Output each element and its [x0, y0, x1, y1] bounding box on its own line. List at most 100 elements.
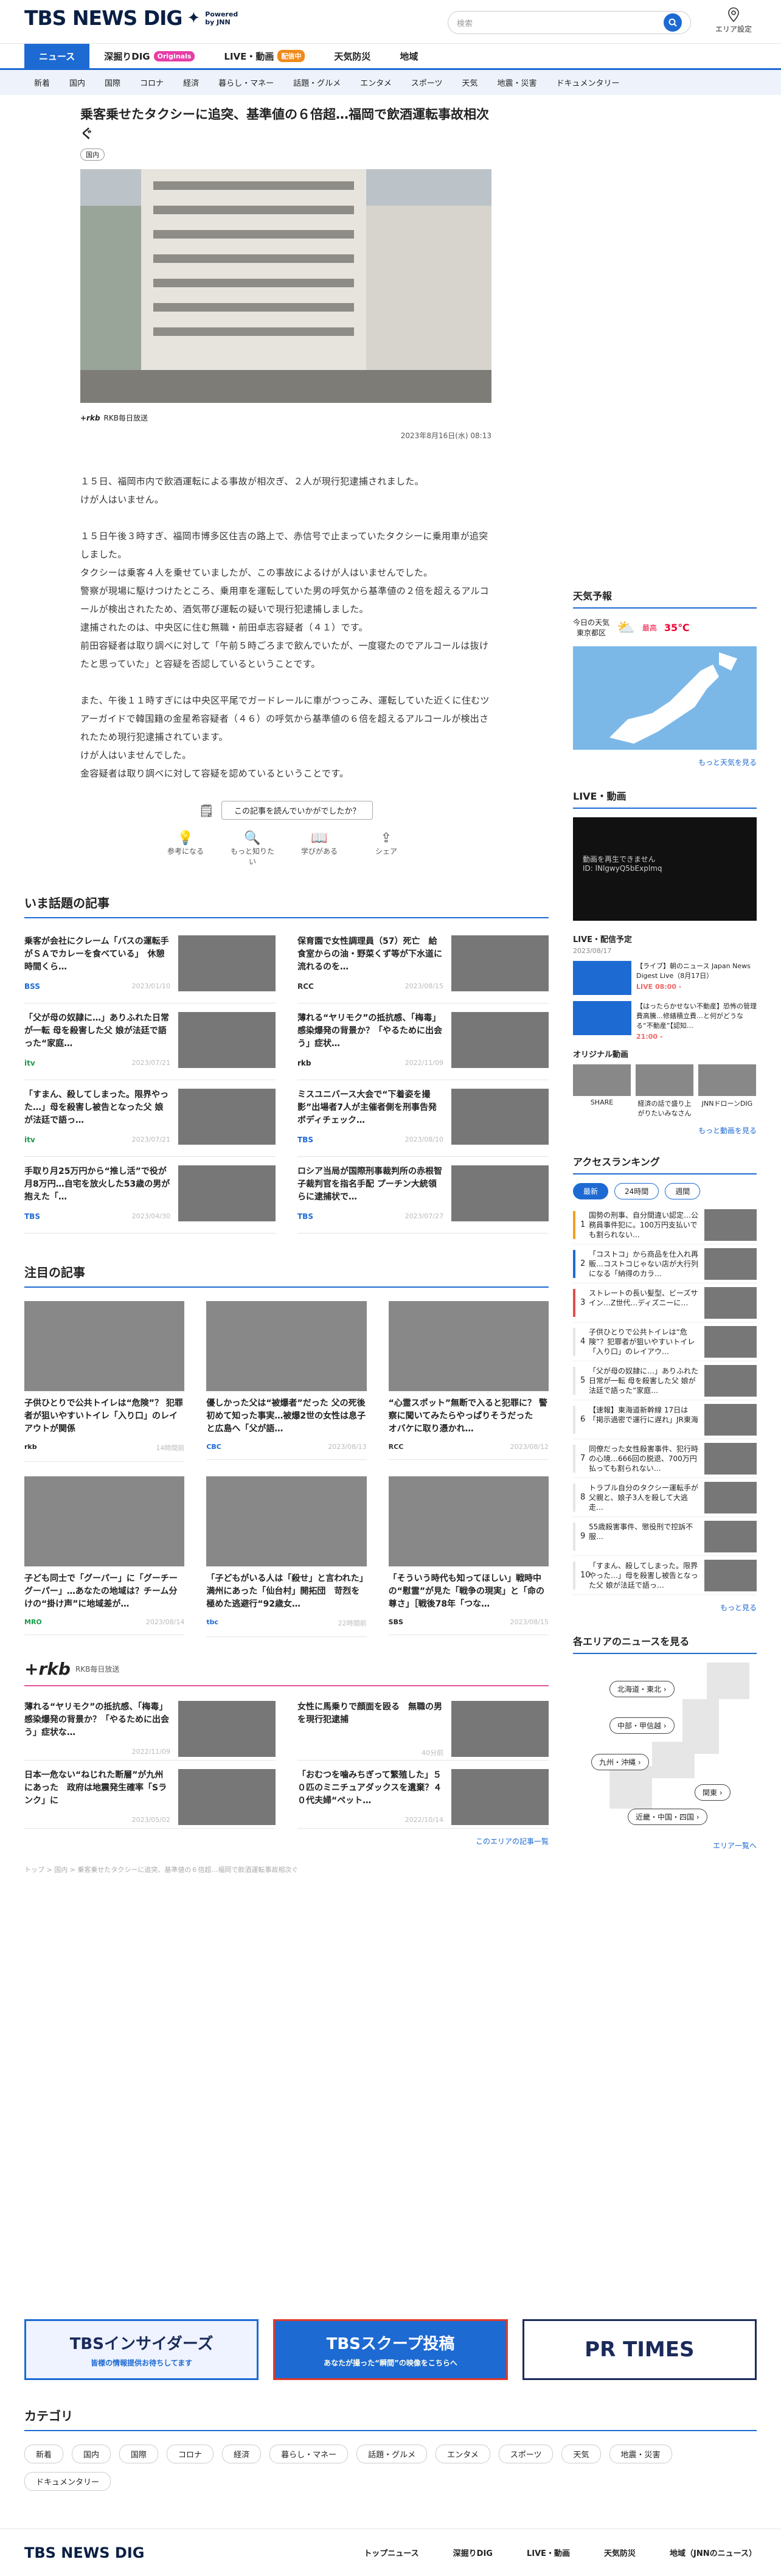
card-title[interactable]: 「そういう時代も知ってほしい」戦時中の“慰霊”が見た「戦争の現実」と「命の尊さ」…: [389, 1572, 549, 1611]
weather-map[interactable]: [573, 646, 757, 750]
footer-nav-link[interactable]: 天気防災: [604, 2547, 636, 2558]
card-title[interactable]: 子供ひとりで公共トイレは“危険”？ 犯罪者が狙いやすいトイレ「入り口」のレイアウ…: [24, 1397, 184, 1436]
ranking-item[interactable]: 4 子供ひとりで公共トイレは“危険”？犯罪者が狙いやすいトイレ「入り口」のレイアウ…: [573, 1322, 757, 1361]
area-setting[interactable]: エリア設定: [715, 7, 752, 34]
site-logo[interactable]: TBS NEWS DIG ✦ Powered by JNN: [24, 6, 238, 30]
category-link[interactable]: 地震・災害: [488, 77, 547, 88]
promo-banner[interactable]: PR TIMES: [522, 2319, 757, 2380]
footer-category-link[interactable]: 天気: [561, 2445, 601, 2463]
category-link[interactable]: スポーツ: [401, 77, 453, 88]
category-link[interactable]: 経済: [173, 77, 209, 88]
featured-card[interactable]: 優しかった父は“被爆者”だった 父の死後 初めて知った事実…被爆2世の女性は息子…: [206, 1301, 367, 1462]
video-player[interactable]: 動画を再生できません ID: lNlgwyQ5bExplmq: [573, 817, 757, 921]
footer-logo[interactable]: TBS NEWS DIG: [24, 2544, 144, 2561]
area-button[interactable]: 近畿・中国・四国 ›: [628, 1809, 707, 1825]
category-link[interactable]: 新着: [24, 77, 60, 88]
ranking-item[interactable]: 6 【速報】東海道新幹線 17日は「掲示過密で運行に遅れ」JR東海: [573, 1400, 757, 1439]
footer-category-link[interactable]: 暮らし・マネー: [269, 2445, 349, 2463]
category-link[interactable]: 暮らし・マネー: [209, 77, 283, 88]
item-title[interactable]: 手取り月25万円から“推し活”で役が月8万円…自宅を放火した53歳の男が抱えた「…: [24, 1165, 170, 1204]
tab-2[interactable]: LIVE・動画 配信中: [209, 44, 319, 68]
area-button[interactable]: 関東 ›: [695, 1784, 731, 1801]
item-title[interactable]: ミスユニバース大会で“下着姿を撮影”出場者7人が主催者側を刑事告発 ボディチェッ…: [297, 1089, 443, 1127]
ranking-tab[interactable]: 24時間: [614, 1183, 659, 1199]
ranking-item[interactable]: 7 同僚だった女性殺害事件、犯行時の心境…666回の脱退、700万円払っても割られ…: [573, 1439, 757, 1478]
rkb-item[interactable]: 女性に馬乗りで顔面を殴る 無職の男を現行犯逮捕 40分前: [297, 1692, 549, 1761]
category-link[interactable]: コロナ: [130, 77, 173, 88]
original-item[interactable]: 経済の話で盛り上がりたいみなさん: [636, 1064, 693, 1118]
footer-category-link[interactable]: 話題・グルメ: [356, 2445, 428, 2463]
category-link[interactable]: エンタメ: [350, 77, 401, 88]
search-box[interactable]: 検索: [448, 11, 691, 34]
category-link[interactable]: 国内: [60, 77, 95, 88]
trending-item[interactable]: 乗客が会社にクレーム「バスの運転手がＳＡでカレーを食べている」 休憩時間くら… B…: [24, 927, 276, 1004]
item-title[interactable]: 「父が母の奴隷に…」ありふれた日常が一転 母を殺害した父 娘が法廷で語った“家庭…: [24, 1012, 170, 1050]
trending-item[interactable]: 「父が母の奴隷に…」ありふれた日常が一転 母を殺害した父 娘が法廷で語った“家庭…: [24, 1004, 276, 1080]
ranking-item[interactable]: 8 トラブル自分のタクシー運転手が父親と、娘子3人を殺して大逃走…: [573, 1478, 757, 1517]
tab-3[interactable]: 天気防災: [319, 44, 385, 68]
feedback-button[interactable]: この記事を読んでいかがでしたか？: [221, 801, 373, 820]
schedule-item[interactable]: 【ライブ】朝のニュース Japan News Digest Live（8月17日…: [573, 961, 757, 995]
card-title[interactable]: 優しかった父は“被爆者”だった 父の死後 初めて知った事実…被爆2世の女性は息子…: [206, 1397, 366, 1436]
footer-category-link[interactable]: エンタメ: [436, 2445, 490, 2463]
footer-nav-link[interactable]: 地域（JNNのニュース）: [670, 2547, 757, 2558]
reaction-button[interactable]: ⇪ シェア: [362, 831, 411, 867]
trending-item[interactable]: ミスユニバース大会で“下着姿を撮影”出場者7人が主催者側を刑事告発 ボディチェッ…: [297, 1080, 549, 1157]
areas-more-link[interactable]: エリア一覧へ: [573, 1840, 757, 1851]
footer-category-link[interactable]: コロナ: [167, 2445, 214, 2463]
category-link[interactable]: 話題・グルメ: [283, 77, 350, 88]
original-item[interactable]: JNNドローンDIG: [698, 1064, 756, 1118]
item-title[interactable]: 薄れる“ヤリモク”の抵抗感、「梅毒」感染爆発の背景か？「やるために出会う」症状…: [297, 1012, 443, 1050]
item-title[interactable]: 乗客が会社にクレーム「バスの運転手がＳＡでカレーを食べている」 休憩時間くら…: [24, 935, 170, 974]
item-title[interactable]: ロシア当局が国際刑事裁判所の赤根智子裁判官を指名手配 プーチン大統領らに逮捕状で…: [297, 1165, 443, 1204]
item-title[interactable]: 保育園で女性調理員（57）死亡 給食室からの油・野菜くず等が下水道に流れるのを…: [297, 935, 443, 974]
featured-card[interactable]: 「子どもがいる人は「殺せ」と言われた」満州にあった「仙台村」開拓団 苛烈を極めた…: [206, 1476, 367, 1637]
rkb-item[interactable]: 「おむつを噛みちぎって繁殖した」５０匹のミニチュアダックスを遺棄？４０代夫婦“ペ…: [297, 1761, 549, 1829]
ranking-item[interactable]: 5 「父が母の奴隷に…」ありふれた日常が一転 母を殺害した父 娘が法廷で語った“家…: [573, 1361, 757, 1400]
ranking-item[interactable]: 9 55歳殺害事件、懲役刑で控訴不服…: [573, 1517, 757, 1556]
trending-item[interactable]: ロシア当局が国際刑事裁判所の赤根智子裁判官を指名手配 プーチン大統領らに逮捕状で…: [297, 1157, 549, 1234]
item-title[interactable]: 「おむつを噛みちぎって繁殖した」５０匹のミニチュアダックスを遺棄？４０代夫婦“ペ…: [297, 1769, 443, 1807]
schedule-item[interactable]: 【はったらかせない不動産】恐怖の管理費高騰…修繕積立費…と何がどうなる“不動産”…: [573, 1001, 757, 1041]
featured-card[interactable]: 子供ひとりで公共トイレは“危険”？ 犯罪者が狙いやすいトイレ「入り口」のレイアウ…: [24, 1301, 185, 1462]
category-link[interactable]: ドキュメンタリー: [547, 77, 630, 88]
footer-nav-link[interactable]: 深掘りDIG: [453, 2547, 493, 2558]
weather-more-link[interactable]: もっと天気を見る: [573, 757, 757, 767]
search-button[interactable]: [664, 13, 682, 32]
ranking-tab[interactable]: 週間: [665, 1183, 701, 1199]
rkb-more-link[interactable]: このエリアの記事一覧: [24, 1836, 549, 1846]
trending-item[interactable]: 保育園で女性調理員（57）死亡 給食室からの油・野菜くず等が下水道に流れるのを……: [297, 927, 549, 1004]
tab-1[interactable]: 深掘りDIG Originals: [89, 44, 209, 68]
card-title[interactable]: 子ども同士で「グーパー」に「グーチーグーパー」…あなたの地域は？チーム分けの“掛…: [24, 1572, 184, 1611]
reaction-button[interactable]: 💡 参考になる: [161, 831, 210, 867]
area-button[interactable]: 中部・甲信越 ›: [609, 1717, 675, 1734]
ranking-item[interactable]: 2 「コストコ」から商品を仕入れ再販…コストコじゃない店が大行列になる「納得のカラ…: [573, 1244, 757, 1283]
area-button[interactable]: 北海道・東北 ›: [609, 1681, 675, 1697]
ranking-item[interactable]: 3 ストレートの長い髪型、ビーズサイン…Z世代…ディズニーに…: [573, 1283, 757, 1322]
area-button[interactable]: 九州・沖縄 ›: [591, 1754, 649, 1770]
featured-card[interactable]: 子ども同士で「グーパー」に「グーチーグーパー」…あなたの地域は？チーム分けの“掛…: [24, 1476, 185, 1637]
ranking-item[interactable]: 10 「すまん、殺してしまった。限界やった…」母を殺害し被告となった父 娘が法廷で…: [573, 1556, 757, 1595]
item-title[interactable]: 日本一危ない“ねじれた断層”が九州にあった 政府は地震発生確率「Sランク」に: [24, 1769, 170, 1807]
reaction-button[interactable]: 🔍 もっと知りたい: [228, 831, 277, 867]
live-more-link[interactable]: もっと動画を見る: [573, 1125, 757, 1136]
footer-category-link[interactable]: 国内: [72, 2445, 111, 2463]
featured-card[interactable]: “心霊スポット”無断で入ると犯罪に？ 警察に聞いてみたらやっぱりそうだった オバ…: [388, 1301, 549, 1462]
search-input[interactable]: 検索: [457, 17, 664, 29]
ranking-tab[interactable]: 最新: [573, 1183, 609, 1199]
footer-category-link[interactable]: 新着: [24, 2445, 64, 2463]
rkb-item[interactable]: 薄れる“ヤリモク”の抵抗感、「梅毒」感染爆発の背景か？「やるために出会う」症状な…: [24, 1692, 276, 1761]
card-title[interactable]: 「子どもがいる人は「殺せ」と言われた」満州にあった「仙台村」開拓団 苛烈を極めた…: [206, 1572, 366, 1611]
reaction-button[interactable]: 📖 学びがある: [295, 831, 344, 867]
trending-item[interactable]: 手取り月25万円から“推し活”で役が月8万円…自宅を放火した53歳の男が抱えた「…: [24, 1157, 276, 1234]
tab-4[interactable]: 地域: [385, 44, 432, 68]
promo-banner[interactable]: TBSインサイダーズ 皆様の情報提供お待ちしてます: [24, 2319, 259, 2380]
footer-category-link[interactable]: 経済: [222, 2445, 262, 2463]
rkb-item[interactable]: 日本一危ない“ねじれた断層”が九州にあった 政府は地震発生確率「Sランク」に 20…: [24, 1761, 276, 1829]
card-title[interactable]: “心霊スポット”無断で入ると犯罪に？ 警察に聞いてみたらやっぱりそうだった オバ…: [389, 1397, 549, 1436]
trending-item[interactable]: 薄れる“ヤリモク”の抵抗感、「梅毒」感染爆発の背景か？「やるために出会う」症状……: [297, 1004, 549, 1080]
trending-item[interactable]: 「すまん、殺してしまった。限界やった…」母を殺害し被告となった父 娘が法廷で語っ…: [24, 1080, 276, 1157]
article-tag[interactable]: 国内: [80, 148, 105, 161]
original-item[interactable]: SHARE: [573, 1064, 631, 1118]
item-title[interactable]: 女性に馬乗りで顔面を殴る 無職の男を現行犯逮捕: [297, 1701, 443, 1739]
